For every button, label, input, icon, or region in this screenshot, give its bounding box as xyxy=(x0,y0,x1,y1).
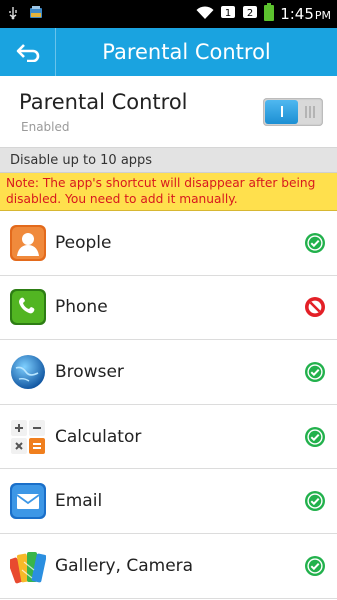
app-name: Gallery, Camera xyxy=(55,555,194,576)
storage-icon xyxy=(28,4,44,24)
svg-text:2: 2 xyxy=(247,8,253,19)
wifi-icon xyxy=(196,5,214,24)
parental-control-setting: Parental Control Enabled xyxy=(0,76,337,148)
page-title: Parental Control xyxy=(102,40,271,64)
app-bar: Parental Control xyxy=(0,28,337,76)
battery-icon xyxy=(264,3,275,25)
sim2-signal-icon: 2 xyxy=(242,4,258,24)
app-row-gallery-camera[interactable]: Gallery, Camera xyxy=(0,534,337,599)
back-button[interactable] xyxy=(0,28,56,76)
setting-status-text: Enabled xyxy=(21,119,70,134)
svg-text:1: 1 xyxy=(225,8,231,19)
gallery-icon xyxy=(7,548,47,584)
calculator-icon xyxy=(10,419,46,455)
section-header: Disable up to 10 apps xyxy=(0,148,337,173)
email-icon xyxy=(10,483,46,520)
allowed-check-icon[interactable] xyxy=(304,426,326,448)
app-name: Calculator xyxy=(55,426,142,447)
app-name: Email xyxy=(55,491,103,512)
toggle-off-grip xyxy=(299,102,320,122)
allowed-check-icon[interactable] xyxy=(304,232,326,254)
allowed-check-icon[interactable] xyxy=(304,361,326,383)
toggle-on-knob xyxy=(265,99,298,124)
allowed-check-icon[interactable] xyxy=(304,490,326,512)
status-bar: 1 2 1:45PM xyxy=(0,0,337,28)
app-row-phone[interactable]: Phone xyxy=(0,276,337,341)
people-icon xyxy=(10,224,46,261)
app-name: People xyxy=(55,232,112,253)
clock: 1:45PM xyxy=(280,5,331,23)
app-row-browser[interactable]: Browser xyxy=(0,340,337,405)
app-name: Phone xyxy=(55,297,108,318)
browser-icon xyxy=(10,354,46,390)
app-row-calculator[interactable]: Calculator xyxy=(0,405,337,470)
blocked-icon[interactable] xyxy=(304,296,326,318)
usb-icon xyxy=(6,5,20,24)
app-row-email[interactable]: Email xyxy=(0,469,337,534)
app-row-people[interactable]: People xyxy=(0,211,337,276)
setting-title: Parental Control xyxy=(19,89,188,114)
sim1-signal-icon: 1 xyxy=(220,4,236,24)
back-arrow-icon xyxy=(16,44,39,62)
parental-control-toggle[interactable] xyxy=(263,97,323,126)
allowed-check-icon[interactable] xyxy=(304,555,326,577)
phone-icon xyxy=(10,289,46,326)
app-list: People Phone Browser Calculator Email Ga… xyxy=(0,211,337,599)
app-name: Browser xyxy=(55,361,124,382)
warning-note: Note: The app's shortcut will disappear … xyxy=(0,173,337,211)
